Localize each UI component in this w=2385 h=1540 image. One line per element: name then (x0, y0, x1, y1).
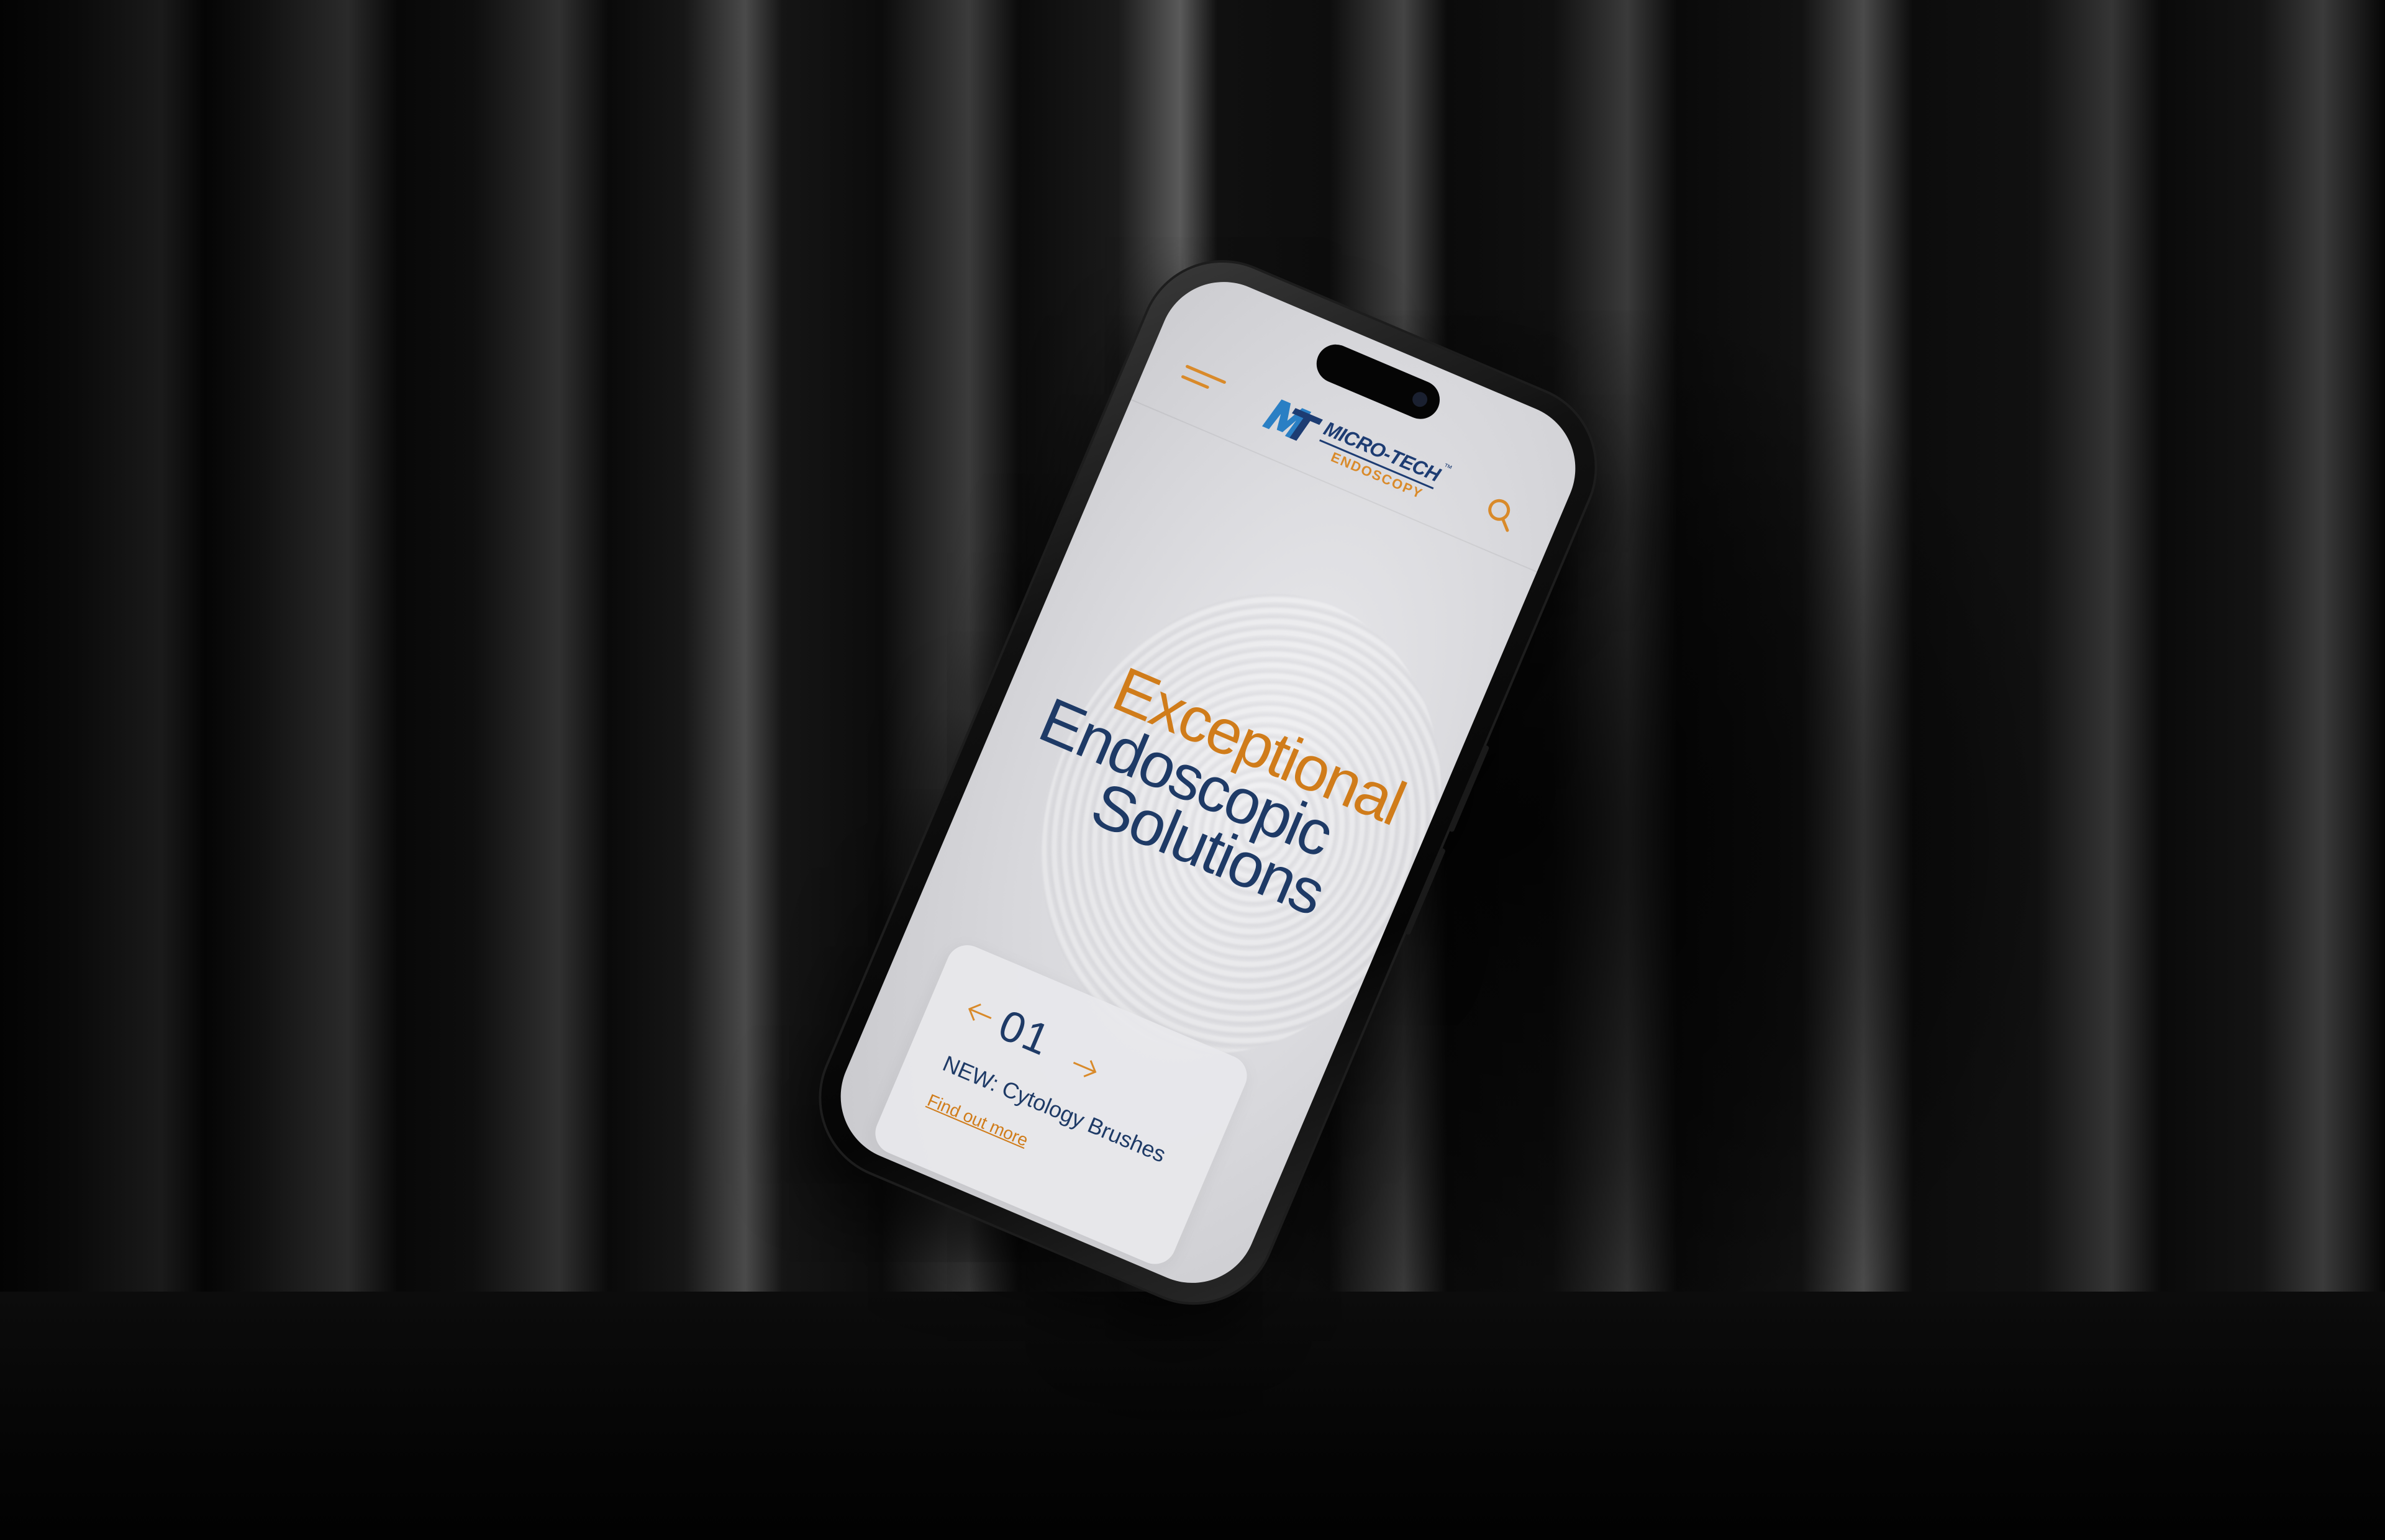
hamburger-menu-icon[interactable] (1179, 360, 1229, 400)
trademark-symbol: ™ (1442, 461, 1454, 474)
front-camera (1410, 389, 1430, 409)
slide-counter: 01 (992, 1000, 1058, 1065)
arrow-right-icon[interactable] (1068, 1051, 1102, 1084)
background-scene: MICRO-TECH ENDOSCOPY ™ Exceptional Endos… (0, 0, 2385, 1540)
floor (0, 1292, 2385, 1540)
mt-logo-mark (1262, 399, 1323, 441)
arrow-left-icon[interactable] (962, 997, 997, 1030)
